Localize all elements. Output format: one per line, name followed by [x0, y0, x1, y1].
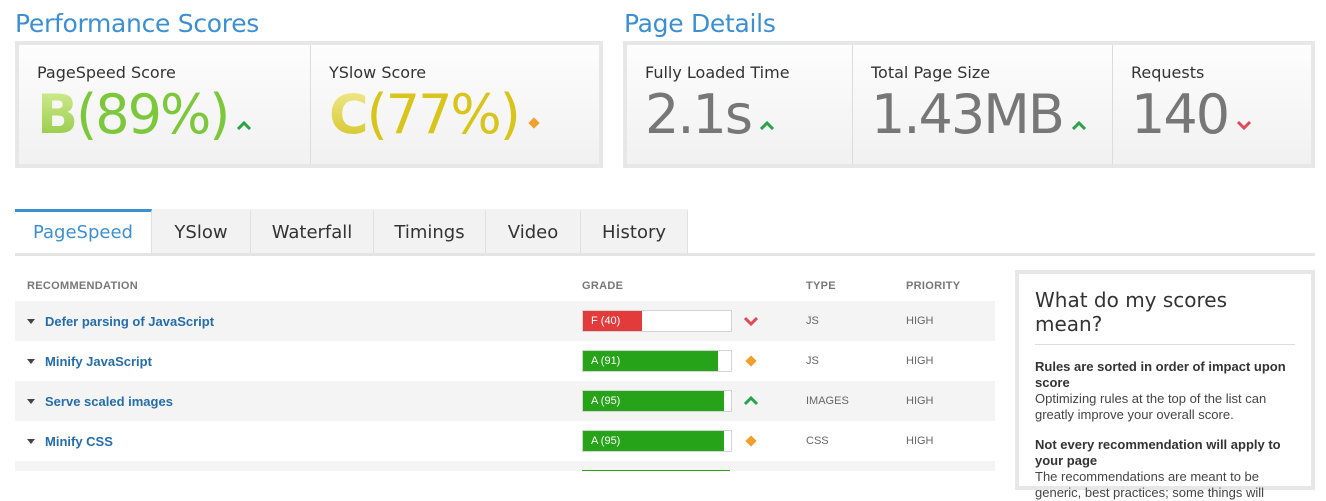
- total-page-size-label: Total Page Size: [871, 63, 991, 82]
- yslow-score-value: C(77%): [329, 84, 599, 146]
- caret-down-icon: [27, 359, 35, 364]
- caret-down-icon: [27, 399, 35, 404]
- table-row[interactable]: Serve scaled images A (95) IMAGES HIGH: [15, 381, 995, 421]
- tab-yslow[interactable]: YSlow: [152, 209, 251, 253]
- trend-down-icon: [743, 314, 759, 332]
- rule-type: JS: [806, 315, 819, 327]
- requests-label: Requests: [1131, 63, 1205, 82]
- grade-bar: A (95): [582, 390, 732, 412]
- pagespeed-grade: B: [37, 83, 78, 146]
- recommendation-toggle[interactable]: Minify JavaScript: [27, 354, 152, 369]
- requests-cell: Requests 140: [1113, 45, 1311, 164]
- recommendation-toggle[interactable]: Defer parsing of JavaScript: [27, 314, 214, 329]
- grade-bar: F (40): [582, 310, 732, 332]
- scores-help-text: Optimizing rules at the top of the list …: [1035, 391, 1267, 422]
- trend-up-icon: [743, 394, 759, 412]
- rule-priority: HIGH: [906, 435, 934, 447]
- grade-bar-fill: A (91): [583, 351, 718, 371]
- grade-bar: A (95): [582, 430, 732, 452]
- page-details-panel: Fully Loaded Time 2.1s Total Page Size 1…: [623, 41, 1315, 168]
- scores-help-text: The recommendations are meant to be gene…: [1035, 469, 1265, 500]
- yslow-score-label: YSlow Score: [329, 63, 427, 82]
- grade-bar: A (91): [582, 350, 732, 372]
- fully-loaded-time-number: 2.1s: [645, 83, 753, 146]
- rule-priority: HIGH: [906, 315, 934, 327]
- total-page-size-value: 1.43MB: [871, 84, 1112, 146]
- total-page-size-cell: Total Page Size 1.43MB: [853, 45, 1113, 164]
- page-details-title: Page Details: [624, 9, 776, 38]
- yslow-grade: C: [329, 83, 369, 146]
- recommendation-toggle[interactable]: Minify CSS: [27, 434, 113, 449]
- trend-neutral-icon: [743, 434, 759, 453]
- trend-up-icon: [759, 81, 775, 143]
- recommendation-name: Minify CSS: [45, 434, 113, 449]
- recommendation-name: Serve scaled images: [45, 394, 173, 409]
- report-tabs: PageSpeed YSlow Waterfall Timings Video …: [15, 209, 688, 253]
- rule-type: JS: [806, 355, 819, 367]
- trend-up-icon: [236, 81, 252, 143]
- rule-priority: HIGH: [906, 395, 934, 407]
- trend-down-icon: [1236, 81, 1252, 143]
- trend-up-icon: [1071, 81, 1087, 143]
- tab-history[interactable]: History: [581, 209, 688, 253]
- header-grade[interactable]: GRADE: [582, 280, 623, 292]
- caret-down-icon: [27, 319, 35, 324]
- pagespeed-percent: (89%): [76, 83, 230, 146]
- table-row[interactable]: Defer parsing of JavaScript F (40) JS HI…: [15, 301, 995, 341]
- header-recommendation[interactable]: RECOMMENDATION: [27, 280, 138, 292]
- rule-priority: HIGH: [906, 355, 934, 367]
- scores-help-panel: What do my scores mean? Rules are sorted…: [1015, 270, 1315, 500]
- header-type[interactable]: TYPE: [806, 280, 836, 292]
- fully-loaded-time-cell: Fully Loaded Time 2.1s: [627, 45, 853, 164]
- rule-type: IMAGES: [806, 395, 849, 407]
- scores-help-heading: Not every recommendation will apply to y…: [1035, 437, 1281, 468]
- recommendation-name: Defer parsing of JavaScript: [45, 314, 215, 329]
- yslow-percent: (77%): [366, 83, 521, 146]
- performance-panel: PageSpeed Score B(89%) YSlow Score C(77%…: [15, 41, 603, 168]
- pagespeed-score-cell: PageSpeed Score B(89%): [19, 45, 311, 164]
- total-page-size-number: 1.43MB: [871, 83, 1065, 146]
- table-row[interactable]: [15, 461, 995, 471]
- pagespeed-score-label: PageSpeed Score: [37, 63, 176, 82]
- tab-pagespeed[interactable]: PageSpeed: [15, 209, 152, 253]
- table-row[interactable]: Minify JavaScript A (91) JS HIGH: [15, 341, 995, 381]
- fully-loaded-time-value: 2.1s: [645, 84, 852, 146]
- caret-down-icon: [27, 439, 35, 444]
- yslow-score-cell: YSlow Score C(77%): [311, 45, 599, 164]
- fully-loaded-time-label: Fully Loaded Time: [645, 63, 790, 82]
- grade-bar-fill: A (95): [583, 431, 724, 451]
- header-priority[interactable]: PRIORITY: [906, 280, 960, 292]
- grade-bar-fill: F (40): [583, 311, 643, 331]
- recommendation-name: Minify JavaScript: [45, 354, 152, 369]
- scores-help-heading: Rules are sorted in order of impact upon…: [1035, 359, 1286, 390]
- requests-number: 140: [1131, 83, 1230, 146]
- trend-neutral-icon: [527, 81, 541, 143]
- tab-waterfall[interactable]: Waterfall: [251, 209, 374, 253]
- performance-scores-title: Performance Scores: [15, 9, 260, 38]
- tab-timings[interactable]: Timings: [374, 209, 486, 253]
- trend-neutral-icon: [743, 354, 759, 373]
- grade-bar-fill: A (95): [583, 391, 724, 411]
- pagespeed-score-value: B(89%): [37, 84, 310, 146]
- rule-type: CSS: [806, 435, 829, 447]
- tab-divider: [15, 253, 1315, 256]
- table-row[interactable]: Minify CSS A (95) CSS HIGH: [15, 421, 995, 461]
- tab-video[interactable]: Video: [486, 209, 581, 253]
- recommendation-toggle[interactable]: Serve scaled images: [27, 394, 173, 409]
- requests-value: 140: [1131, 84, 1311, 146]
- scores-help-title: What do my scores mean?: [1035, 288, 1295, 345]
